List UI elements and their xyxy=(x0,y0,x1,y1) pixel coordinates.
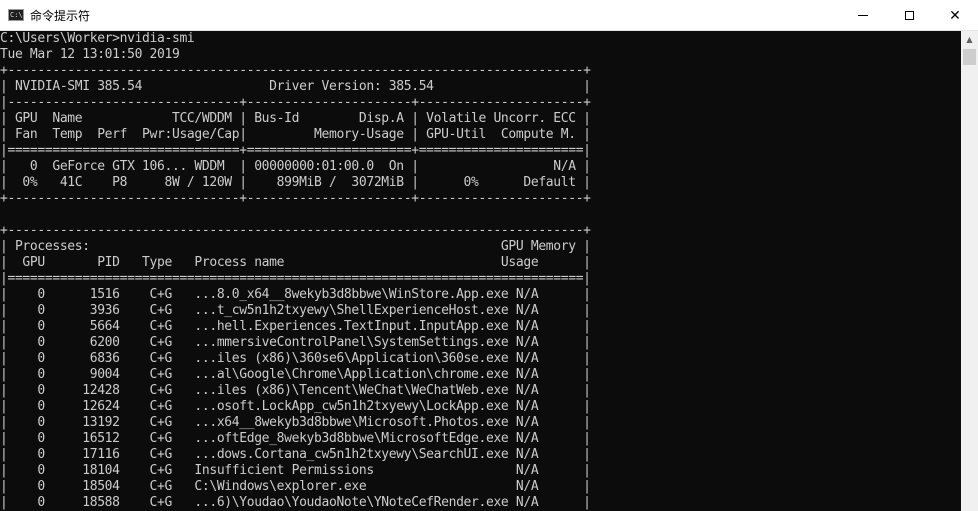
console-line: | NVIDIA-SMI 385.54 Driver Version: 385.… xyxy=(0,79,591,94)
console-line: | Processes: GPU Memory | xyxy=(0,239,591,254)
console-line: |-------------------------------+-------… xyxy=(0,95,591,110)
console-line: | 0% 41C P8 8W / 120W | 899MiB / 3072MiB… xyxy=(0,175,591,190)
console-line: | 0 GeForce GTX 106... WDDM | 00000000:0… xyxy=(0,159,591,174)
vertical-scrollbar[interactable]: ▲ xyxy=(961,31,978,511)
console-line: | 0 6836 C+G ...iles (x86)\360se6\Applic… xyxy=(0,351,591,366)
title-bar[interactable]: C:\ 命令提示符 ✕ xyxy=(0,0,978,31)
console-line: | GPU PID Type Process name Usage | xyxy=(0,255,591,270)
console-line: C:\Users\Worker>nvidia-smi xyxy=(0,31,195,46)
scroll-up-button[interactable]: ▲ xyxy=(961,31,978,48)
console-output[interactable]: C:\Users\Worker>nvidia-smi Tue Mar 12 13… xyxy=(0,31,961,511)
close-button[interactable]: ✕ xyxy=(932,0,978,31)
window-title: 命令提示符 xyxy=(30,8,91,23)
console-line: | 0 18104 C+G Insufficient Permissions N… xyxy=(0,463,591,478)
close-icon: ✕ xyxy=(949,7,961,24)
console-line: | 0 3936 C+G ...t_cw5n1h2txyewy\ShellExp… xyxy=(0,303,591,318)
console-line: |=======================================… xyxy=(0,271,591,286)
scroll-thumb[interactable] xyxy=(963,49,976,65)
console-line: +---------------------------------------… xyxy=(0,63,591,78)
console-app-icon[interactable]: C:\ xyxy=(8,9,24,21)
console-line: | 0 17116 C+G ...dows.Cortana_cw5n1h2txy… xyxy=(0,447,591,462)
minimize-button[interactable] xyxy=(840,0,886,31)
console-line: | Fan Temp Perf Pwr:Usage/Cap| Memory-Us… xyxy=(0,127,591,142)
console-line: | 0 18504 C+G C:\Windows\explorer.exe N/… xyxy=(0,479,591,494)
console-line: | 0 5664 C+G ...hell.Experiences.TextInp… xyxy=(0,319,591,334)
console-line: | 0 18588 C+G ...6)\Youdao\YoudaoNote\YN… xyxy=(0,495,591,510)
maximize-button[interactable] xyxy=(886,0,932,31)
console-line: +---------------------------------------… xyxy=(0,223,591,238)
maximize-icon xyxy=(904,11,914,20)
console-line: Tue Mar 12 13:01:50 2019 xyxy=(0,47,180,62)
console-line: | 0 1516 C+G ...8.0_x64__8wekyb3d8bbwe\W… xyxy=(0,287,591,302)
console-line: |===============================+=======… xyxy=(0,143,591,158)
console-line: | 0 13192 C+G ...x64__8wekyb3d8bbwe\Micr… xyxy=(0,415,591,430)
console-line: | 0 9004 C+G ...al\Google\Chrome\Applica… xyxy=(0,367,591,382)
console-line: | GPU Name TCC/WDDM | Bus-Id Disp.A | Vo… xyxy=(0,111,591,126)
console-line: | 0 12428 C+G ...iles (x86)\Tencent\WeCh… xyxy=(0,383,591,398)
console-line: | 0 16512 C+G ...oftEdge_8wekyb3d8bbwe\M… xyxy=(0,431,591,446)
minimize-icon xyxy=(858,15,868,16)
console-text: C:\Users\Worker>nvidia-smi Tue Mar 12 13… xyxy=(0,31,961,511)
console-line: | 0 12624 C+G ...osoft.LockApp_cw5n1h2tx… xyxy=(0,399,591,414)
window-controls: ✕ xyxy=(840,0,978,31)
console-line: | 0 6200 C+G ...mmersiveControlPanel\Sys… xyxy=(0,335,591,350)
scroll-up-icon: ▲ xyxy=(966,35,973,44)
console-line: +-------------------------------+-------… xyxy=(0,191,591,206)
